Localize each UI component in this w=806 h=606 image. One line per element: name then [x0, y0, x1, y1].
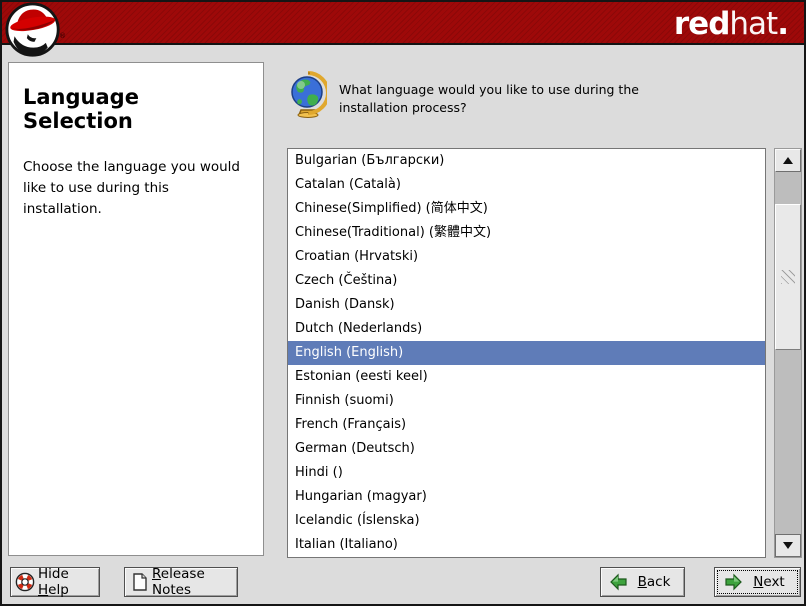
arrow-right-icon	[723, 573, 743, 591]
language-option[interactable]: Dutch (Nederlands)	[288, 317, 765, 341]
language-option[interactable]: German (Deutsch)	[288, 437, 765, 461]
language-option[interactable]: Czech (Čeština)	[288, 269, 765, 293]
redhat-wordmark: redhat.	[674, 6, 788, 42]
life-preserver-icon	[15, 572, 35, 592]
language-option[interactable]: French (Français)	[288, 413, 765, 437]
hide-help-label: Hide Help	[38, 566, 91, 598]
language-option[interactable]: Bulgarian (Български)	[288, 149, 765, 173]
scroll-up-button[interactable]	[775, 149, 801, 172]
language-option[interactable]: Danish (Dansk)	[288, 293, 765, 317]
hide-help-button[interactable]: Hide Help	[10, 567, 100, 597]
scrollbar-thumb[interactable]	[775, 204, 801, 350]
question-text: What language would you like to use duri…	[339, 81, 691, 117]
globe-icon	[289, 71, 327, 119]
language-option[interactable]: Icelandic (Íslenska)	[288, 509, 765, 533]
wordmark-dot: .	[777, 6, 788, 42]
page-title: Language Selection	[23, 85, 249, 133]
language-list[interactable]: Bulgarian (Български)Catalan (Català)Chi…	[287, 148, 766, 558]
registered-trademark: ®	[59, 32, 66, 40]
down-arrow-icon	[783, 542, 793, 549]
installer-window: ® redhat. Language Selection Choose the …	[0, 0, 806, 606]
main-area: Language Selection Choose the language y…	[2, 45, 804, 562]
back-button[interactable]: Back	[600, 567, 685, 597]
button-bar: Hide Help Release Notes Back	[2, 562, 804, 602]
release-notes-button[interactable]: Release Notes	[124, 567, 238, 597]
next-button[interactable]: Next	[714, 567, 801, 597]
release-notes-label: Release Notes	[152, 566, 229, 598]
language-option[interactable]: English (English)	[288, 341, 765, 365]
language-option[interactable]: Chinese(Traditional) (繁體中文)	[288, 221, 765, 245]
language-option[interactable]: Chinese(Simplified) (简体中文)	[288, 197, 765, 221]
language-option[interactable]: Catalan (Català)	[288, 173, 765, 197]
arrow-left-icon	[609, 573, 629, 591]
language-option[interactable]: Hindi ()	[288, 461, 765, 485]
scrollbar-grip-icon	[781, 270, 795, 284]
title-bar: ® redhat.	[2, 2, 804, 45]
scroll-down-button[interactable]	[775, 534, 801, 557]
document-icon	[131, 572, 149, 592]
language-option[interactable]: Estonian (eesti keel)	[288, 365, 765, 389]
language-option[interactable]: Croatian (Hrvatski)	[288, 245, 765, 269]
up-arrow-icon	[783, 157, 793, 164]
scrollbar	[774, 148, 802, 558]
help-text: Choose the language you would like to us…	[23, 157, 249, 220]
redhat-shadowman-logo	[5, 2, 62, 59]
wordmark-red: red	[674, 6, 730, 42]
scrollbar-track[interactable]	[775, 172, 801, 534]
next-label: Next	[746, 574, 792, 590]
back-label: Back	[632, 574, 676, 590]
language-option[interactable]: Hungarian (magyar)	[288, 485, 765, 509]
language-option[interactable]: Finnish (suomi)	[288, 389, 765, 413]
help-panel: Language Selection Choose the language y…	[8, 62, 264, 556]
language-option[interactable]: Italian (Italiano)	[288, 533, 765, 557]
wordmark-hat: hat	[729, 6, 777, 42]
